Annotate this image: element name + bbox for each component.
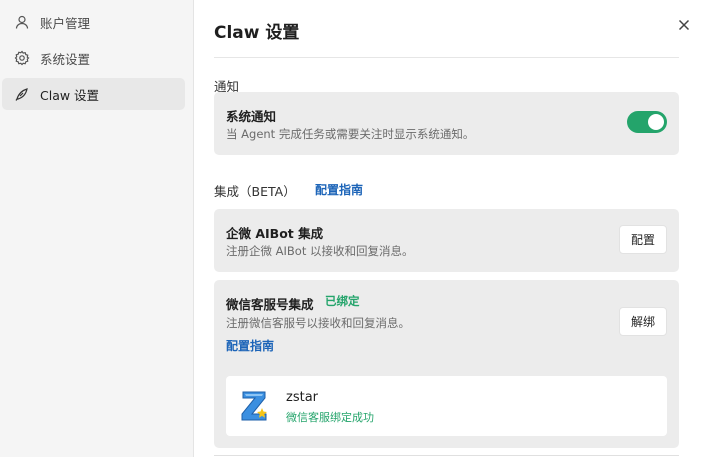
gear-icon [14,50,30,66]
bound-account-card: zstar 微信客服绑定成功 [226,376,667,436]
account-name: zstar [286,390,319,405]
header-divider [214,57,679,58]
integrations-guide-link[interactable]: 配置指南 [315,181,363,198]
system-notification-title: 系统通知 [226,109,277,124]
wecom-aibot-card: 企微 AIBot 集成 注册企微 AIBot 以接收和回复消息。 配置 [214,209,679,272]
system-notification-desc: 当 Agent 完成任务或需要关注时显示系统通知。 [226,127,475,141]
wechat-cs-guide-link[interactable]: 配置指南 [226,337,274,354]
wecom-aibot-title: 企微 AIBot 集成 [226,226,324,241]
sidebar-item-system[interactable]: 系统设置 [2,42,185,74]
bottom-divider [214,455,679,456]
sidebar-item-claw[interactable]: Claw 设置 [2,78,185,110]
close-icon[interactable] [675,16,693,34]
system-notification-toggle[interactable] [627,111,667,133]
sidebar: 账户管理 系统设置 Claw 设置 [0,0,194,457]
wechat-cs-title: 微信客服号集成 [226,297,314,312]
sidebar-item-label: 系统设置 [40,51,91,67]
page-title: Claw 设置 [214,23,300,43]
section-label-integrations: 集成（BETA） [214,184,296,199]
configure-button[interactable]: 配置 [619,225,667,254]
wechat-cs-desc: 注册微信客服号以接收和回复消息。 [226,316,410,330]
account-bind-status: 微信客服绑定成功 [286,411,374,424]
sidebar-item-label: 账户管理 [40,15,91,31]
zstar-logo-icon [240,388,272,424]
sidebar-item-account[interactable]: 账户管理 [2,6,185,38]
system-notification-card: 系统通知 当 Agent 完成任务或需要关注时显示系统通知。 [214,92,679,155]
user-icon [14,14,30,30]
wechat-cs-card: 微信客服号集成 已绑定 注册微信客服号以接收和回复消息。 配置指南 解绑 zst… [214,280,679,448]
sidebar-item-label: Claw 设置 [40,87,100,103]
bound-status-badge: 已绑定 [325,294,360,308]
unbind-button[interactable]: 解绑 [619,307,667,336]
settings-panel: Claw 设置 通知 系统通知 当 Agent 完成任务或需要关注时显示系统通知… [214,0,690,457]
toggle-knob [648,114,664,130]
claw-icon [14,86,30,102]
wecom-aibot-desc: 注册企微 AIBot 以接收和回复消息。 [226,244,414,258]
